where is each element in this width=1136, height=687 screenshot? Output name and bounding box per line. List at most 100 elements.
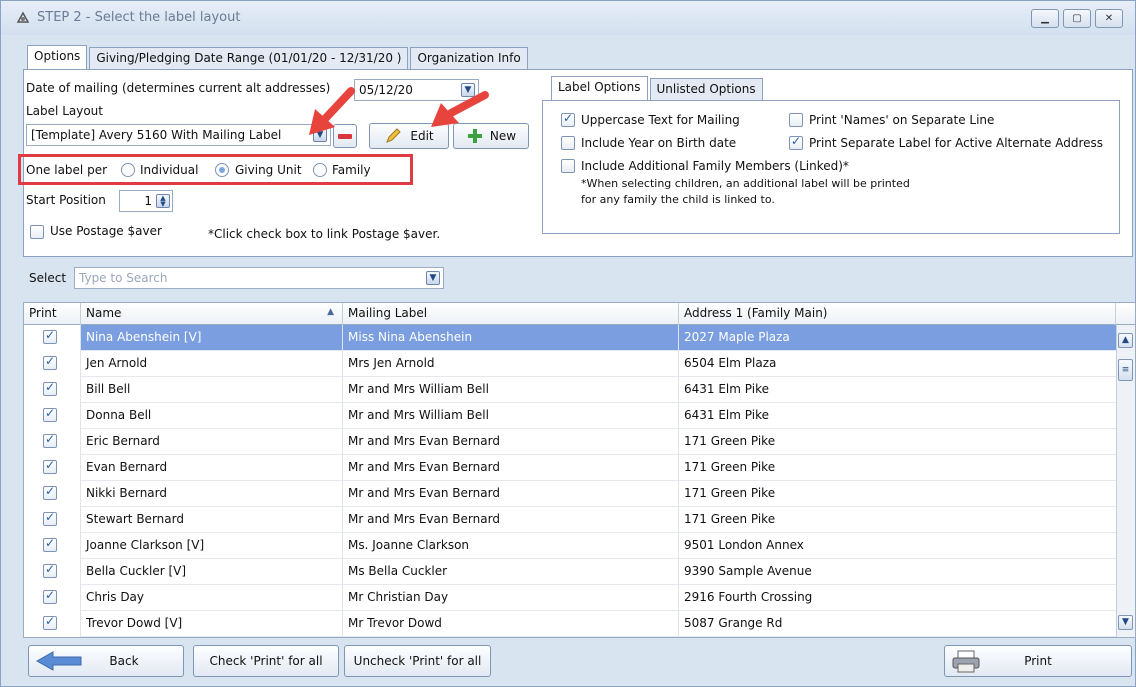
table-row[interactable]: Jen ArnoldMrs Jen Arnold 6504 Elm Plaza: [24, 351, 1116, 377]
cell-mailing-label: Mr and Mrs William Bell: [343, 377, 679, 403]
print-checkbox[interactable]: [43, 588, 57, 604]
print-names-label: Print 'Names' on Separate Line: [809, 113, 995, 127]
sort-asc-icon: ▲: [327, 307, 334, 317]
stepper-arrows-icon[interactable]: ▲ ▼: [156, 194, 170, 208]
select-label: Select: [29, 271, 67, 285]
table-row[interactable]: Evan BernardMr and Mrs Evan Bernard 171 G…: [24, 455, 1116, 481]
header-address[interactable]: Address 1 (Family Main): [679, 303, 1116, 325]
print-checkbox[interactable]: [43, 354, 57, 370]
cell-mailing-label: Mr Trevor Dowd: [343, 611, 679, 637]
cell-name: Donna Bell: [81, 403, 343, 429]
cell-mailing-label: Mrs Jen Arnold: [343, 351, 679, 377]
search-dropdown-icon[interactable]: ▼: [426, 271, 440, 285]
scroll-down-icon[interactable]: ▼: [1118, 615, 1133, 630]
tab-unlisted-options[interactable]: Unlisted Options: [649, 78, 763, 100]
cell-address: 5087 Grange Rd: [684, 616, 783, 630]
table-row[interactable]: Bella Cuckler [V]Ms Bella Cuckler 9390 Sa…: [24, 559, 1116, 585]
back-arrow-icon: [35, 651, 82, 671]
cell-name: Evan Bernard: [81, 455, 343, 481]
cell-address: 6504 Elm Plaza: [684, 356, 777, 370]
tab-label-options[interactable]: Label Options: [551, 76, 648, 100]
header-print[interactable]: Print: [24, 303, 81, 325]
cell-address: 6431 Elm Pike: [684, 408, 769, 422]
start-position-label: Start Position: [26, 193, 106, 207]
uppercase-checkbox[interactable]: [561, 111, 575, 127]
grid-scrollbar[interactable]: ▲ ≡ ▼: [1116, 325, 1135, 637]
cell-name: Stewart Bernard: [81, 507, 343, 533]
maximize-button[interactable]: ▢: [1063, 9, 1091, 28]
cell-address: 2027 Maple Plaza: [684, 330, 790, 344]
label-layout-combo[interactable]: [Template] Avery 5160 With Mailing Label: [26, 124, 331, 146]
print-checkbox[interactable]: [43, 406, 57, 422]
separate-label-label: Print Separate Label for Active Alternat…: [809, 136, 1104, 150]
print-checkbox[interactable]: [43, 328, 57, 344]
cell-name: Nikki Bernard: [81, 481, 343, 507]
year-birth-label: Include Year on Birth date: [581, 136, 737, 150]
table-row[interactable]: Trevor Dowd [V]Mr Trevor Dowd 5087 Grange…: [24, 611, 1116, 637]
cell-address: 171 Green Pike: [684, 486, 776, 500]
additional-members-checkbox[interactable]: [561, 159, 575, 173]
tab-giving-date-range[interactable]: Giving/Pledging Date Range (01/01/20 - 1…: [89, 47, 409, 69]
cell-mailing-label: Ms. Joanne Clarkson: [343, 533, 679, 559]
label-options-tabs: Label Options Unlisted Options: [551, 76, 765, 100]
uncheck-all-button[interactable]: Uncheck 'Print' for all: [344, 645, 491, 677]
arrow-to-dropdown-icon: [309, 87, 355, 135]
check-all-button[interactable]: Check 'Print' for all: [193, 645, 339, 677]
cell-name: Eric Bernard: [81, 429, 343, 455]
print-button[interactable]: Print: [944, 645, 1132, 677]
cell-mailing-label: Mr and Mrs Evan Bernard: [343, 481, 679, 507]
table-row[interactable]: Joanne Clarkson [V]Ms. Joanne Clarkson 95…: [24, 533, 1116, 559]
cell-name: Joanne Clarkson [V]: [81, 533, 343, 559]
cell-address: 6431 Elm Pike: [684, 382, 769, 396]
table-row[interactable]: Donna BellMr and Mrs William Bell 6431 El…: [24, 403, 1116, 429]
main-tabs: Options Giving/Pledging Date Range (01/0…: [27, 45, 530, 69]
print-checkbox[interactable]: [43, 484, 57, 500]
close-button[interactable]: ✕: [1095, 9, 1123, 28]
cell-address: 171 Green Pike: [684, 460, 776, 474]
cell-mailing-label: Miss Nina Abenshein: [343, 325, 679, 351]
print-checkbox[interactable]: [43, 380, 57, 396]
tab-organization-info[interactable]: Organization Info: [410, 47, 528, 69]
cell-mailing-label: Mr and Mrs William Bell: [343, 403, 679, 429]
pencil-icon: [386, 128, 402, 143]
print-checkbox[interactable]: [43, 432, 57, 448]
print-names-checkbox[interactable]: [789, 113, 803, 127]
cell-mailing-label: Mr Christian Day: [343, 585, 679, 611]
additional-members-note-2: for any family the child is linked to.: [581, 193, 775, 206]
cell-address: 171 Green Pike: [684, 512, 776, 526]
minimize-button[interactable]: ▁: [1031, 9, 1059, 28]
table-row[interactable]: Nina Abenshein [V]Miss Nina Abenshein 202…: [24, 325, 1116, 351]
separate-label-checkbox[interactable]: [789, 134, 803, 150]
print-checkbox[interactable]: [43, 562, 57, 578]
back-button[interactable]: Back: [28, 645, 184, 677]
cell-name: Nina Abenshein [V]: [81, 325, 343, 351]
cell-address: 9501 London Annex: [684, 538, 804, 552]
table-row[interactable]: Stewart BernardMr and Mrs Evan Bernard 17…: [24, 507, 1116, 533]
table-row[interactable]: Bill BellMr and Mrs William Bell 6431 Elm…: [24, 377, 1116, 403]
scroll-thumb[interactable]: ≡: [1118, 359, 1133, 381]
app-icon: [16, 11, 30, 23]
date-of-mailing-label: Date of mailing (determines current alt …: [26, 81, 331, 95]
print-checkbox[interactable]: [43, 458, 57, 474]
uppercase-label: Uppercase Text for Mailing: [581, 113, 740, 127]
maximize-icon: ▢: [1072, 12, 1082, 24]
grid-header: Print Name ▲ Mailing Label Address 1 (Fam…: [24, 303, 1135, 325]
cell-address: 2916 Fourth Crossing: [684, 590, 813, 604]
tab-options[interactable]: Options: [27, 45, 88, 69]
table-row[interactable]: Eric BernardMr and Mrs Evan Bernard 171 G…: [24, 429, 1116, 455]
postage-saver-checkbox[interactable]: [30, 225, 44, 239]
scroll-up-icon[interactable]: ▲: [1118, 333, 1133, 348]
cell-name: Bill Bell: [81, 377, 343, 403]
header-mailing-label[interactable]: Mailing Label: [343, 303, 679, 325]
table-row[interactable]: Nikki BernardMr and Mrs Evan Bernard 171 …: [24, 481, 1116, 507]
print-checkbox[interactable]: [43, 510, 57, 526]
table-row[interactable]: Chris DayMr Christian Day 2916 Fourth Cro…: [24, 585, 1116, 611]
search-input[interactable]: Type to Search: [74, 267, 444, 289]
header-name[interactable]: Name ▲: [81, 303, 343, 325]
print-checkbox[interactable]: [43, 614, 57, 630]
cell-mailing-label: Ms Bella Cuckler: [343, 559, 679, 585]
cell-mailing-label: Mr and Mrs Evan Bernard: [343, 455, 679, 481]
cell-address: 171 Green Pike: [684, 434, 776, 448]
print-checkbox[interactable]: [43, 536, 57, 552]
year-birth-checkbox[interactable]: [561, 136, 575, 150]
